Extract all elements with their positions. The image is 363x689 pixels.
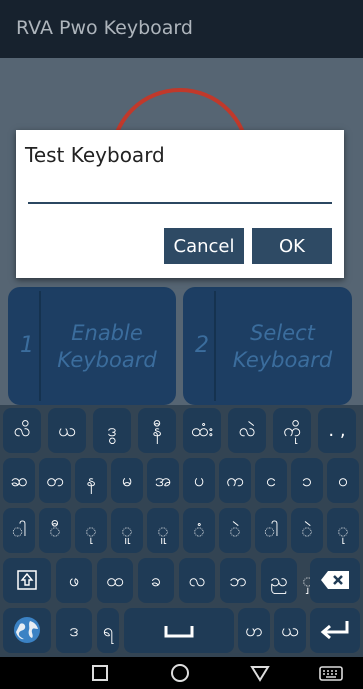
enable-keyboard-button[interactable]: 1 Enable Keyboard	[8, 287, 176, 405]
key[interactable]: လ	[179, 558, 215, 603]
cancel-button[interactable]: Cancel	[164, 228, 244, 264]
select-keyboard-label: Select Keyboard	[232, 321, 333, 372]
key[interactable]: န	[75, 458, 107, 503]
key[interactable]: ဲ	[291, 508, 323, 553]
key[interactable]: ဝ	[327, 458, 359, 503]
space-icon	[124, 624, 234, 638]
ok-button[interactable]: OK	[252, 228, 332, 264]
test-keyboard-dialog: Test Keyboard Cancel OK	[16, 130, 344, 278]
enter-key[interactable]	[310, 608, 360, 653]
key[interactable]: ံ	[183, 508, 215, 553]
keyboard-switch-button[interactable]	[318, 661, 344, 685]
shift-key[interactable]	[3, 558, 51, 603]
key[interactable]: ၥ	[291, 458, 323, 503]
test-input[interactable]	[28, 180, 332, 204]
key[interactable]: မ	[111, 458, 143, 503]
recents-icon	[88, 665, 112, 689]
home-icon	[168, 664, 192, 689]
separator	[214, 291, 216, 401]
key[interactable]: ထံး	[183, 408, 221, 453]
backspace-icon	[310, 570, 360, 590]
step-number: 1	[20, 333, 34, 358]
step-number: 2	[195, 333, 209, 358]
key[interactable]: ူ	[147, 508, 179, 553]
dialog-title: Test Keyboard	[25, 143, 165, 167]
back-button[interactable]	[248, 661, 272, 685]
select-keyboard-button[interactable]: 2 Select Keyboard	[183, 287, 352, 405]
key[interactable]: ဆ	[3, 458, 35, 503]
key[interactable]: ဟ	[238, 608, 270, 653]
enable-keyboard-label: Enable Keyboard	[57, 321, 157, 372]
key[interactable]: လိ	[3, 408, 41, 453]
key[interactable]: ဒွ	[93, 408, 131, 453]
key[interactable]: ည	[261, 558, 297, 603]
key[interactable]: ပ	[183, 458, 215, 503]
key[interactable]: ဲ	[219, 508, 251, 553]
key[interactable]: ယ	[274, 608, 306, 653]
separator	[39, 291, 41, 401]
space-key[interactable]	[124, 608, 234, 653]
key[interactable]: ရ	[97, 608, 119, 653]
key[interactable]: ထ	[97, 558, 133, 603]
key[interactable]: င	[255, 458, 287, 503]
key-punctuation[interactable]: . ,	[318, 408, 356, 453]
home-button[interactable]	[168, 661, 192, 685]
globe-key[interactable]	[3, 608, 51, 653]
key[interactable]: ဘ	[220, 558, 256, 603]
key[interactable]: ါ	[3, 508, 35, 553]
app-bar: RVA Pwo Keyboard	[0, 0, 363, 58]
key[interactable]: ူ	[111, 508, 143, 553]
back-triangle-icon	[248, 666, 272, 689]
key[interactable]: ခ	[138, 558, 174, 603]
key[interactable]: ဖ	[56, 558, 92, 603]
globe-icon	[3, 616, 51, 644]
key[interactable]: ု	[75, 508, 107, 553]
enter-icon	[310, 619, 360, 641]
recents-button[interactable]	[88, 661, 112, 685]
on-screen-keyboard: လိ ယ ဒွ နီ ထံး လဲ ကို . , ဆ တ န မ အ ပ က …	[0, 405, 363, 657]
key[interactable]: အ	[147, 458, 179, 503]
key[interactable]: ကို	[273, 408, 311, 453]
key[interactable]: တ	[39, 458, 71, 503]
key[interactable]: ယ	[48, 408, 86, 453]
backspace-key[interactable]	[310, 558, 360, 603]
key[interactable]: ါ	[255, 508, 287, 553]
app-screen: RVA Pwo Keyboard 1 Enable Keyboard 2 Sel…	[0, 0, 363, 689]
key[interactable]: ီ	[39, 508, 71, 553]
key[interactable]: လဲ	[228, 408, 266, 453]
keyboard-icon	[318, 666, 344, 689]
app-title: RVA Pwo Keyboard	[16, 17, 193, 39]
key[interactable]: နီ	[138, 408, 176, 453]
navigation-bar	[0, 657, 363, 689]
key[interactable]: ဒ	[56, 608, 92, 653]
key[interactable]: က	[219, 458, 251, 503]
shift-icon	[3, 570, 51, 590]
key[interactable]: ု	[327, 508, 359, 553]
